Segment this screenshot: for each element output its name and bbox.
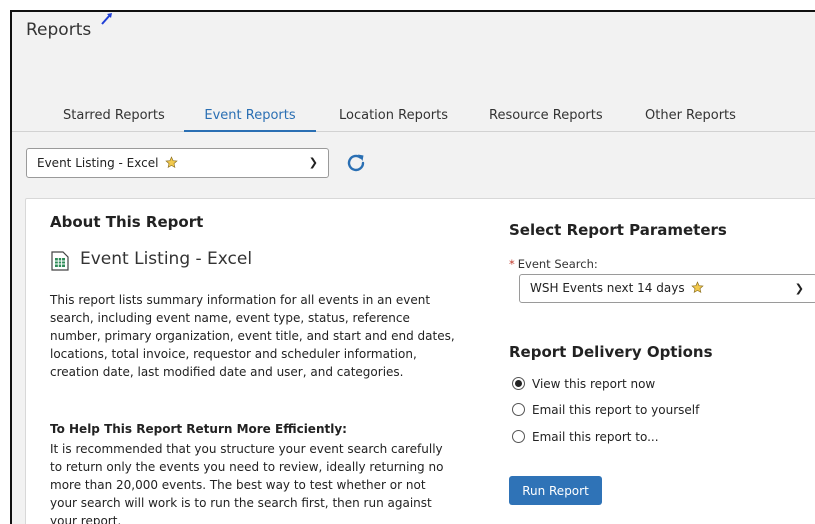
refresh-icon[interactable] <box>344 151 368 175</box>
delivery-option-email-yourself[interactable]: Email this report to yourself <box>512 401 699 419</box>
parameters-heading: Select Report Parameters <box>509 221 727 239</box>
page-title: Reports <box>26 20 92 40</box>
event-search-value: WSH Events next 14 days <box>530 281 685 295</box>
efficiency-tip-body: It is recommended that you structure you… <box>50 442 444 524</box>
delivery-option-email-to[interactable]: Email this report to... <box>512 428 659 446</box>
event-search-select[interactable]: WSH Events next 14 days ❯ <box>519 274 815 303</box>
about-heading: About This Report <box>50 213 204 231</box>
report-tabs: Starred Reports Event Reports Location R… <box>12 96 815 132</box>
event-search-label-text: Event Search: <box>517 257 598 271</box>
report-select[interactable]: Event Listing - Excel ❯ <box>26 148 329 178</box>
app-frame: Reports Starred Reports Event Reports Lo… <box>10 10 815 524</box>
report-card: About This Report Event Listing - Excel … <box>25 198 815 524</box>
radio-button[interactable] <box>512 430 525 443</box>
report-name: Event Listing - Excel <box>80 249 253 269</box>
efficiency-tip-heading: To Help This Report Return More Efficien… <box>50 422 347 436</box>
tab-starred-reports[interactable]: Starred Reports <box>63 96 165 132</box>
report-select-value: Event Listing - Excel <box>37 156 159 170</box>
radio-button[interactable] <box>512 403 525 416</box>
tab-other-reports[interactable]: Other Reports <box>645 96 736 132</box>
tab-location-reports[interactable]: Location Reports <box>339 96 448 132</box>
delivery-option-label: Email this report to yourself <box>532 403 700 417</box>
delivery-option-label: View this report now <box>532 377 656 391</box>
delivery-heading: Report Delivery Options <box>509 343 713 361</box>
event-search-label: * Event Search: <box>509 257 598 271</box>
delivery-option-label: Email this report to... <box>532 430 659 444</box>
star-icon <box>691 281 705 294</box>
radio-button[interactable] <box>512 377 525 390</box>
run-report-button[interactable]: Run Report <box>509 476 602 505</box>
tab-resource-reports[interactable]: Resource Reports <box>489 96 603 132</box>
delivery-option-view-now[interactable]: View this report now <box>512 375 655 393</box>
report-description: This report lists summary information fo… <box>50 293 455 379</box>
chevron-down-icon: ❯ <box>308 156 318 169</box>
tab-event-reports[interactable]: Event Reports <box>184 96 316 132</box>
required-marker: * <box>509 257 515 271</box>
pointer-arrow-icon <box>101 13 112 25</box>
star-icon <box>165 156 179 169</box>
spreadsheet-icon <box>51 251 69 271</box>
chevron-down-icon: ❯ <box>794 282 804 295</box>
